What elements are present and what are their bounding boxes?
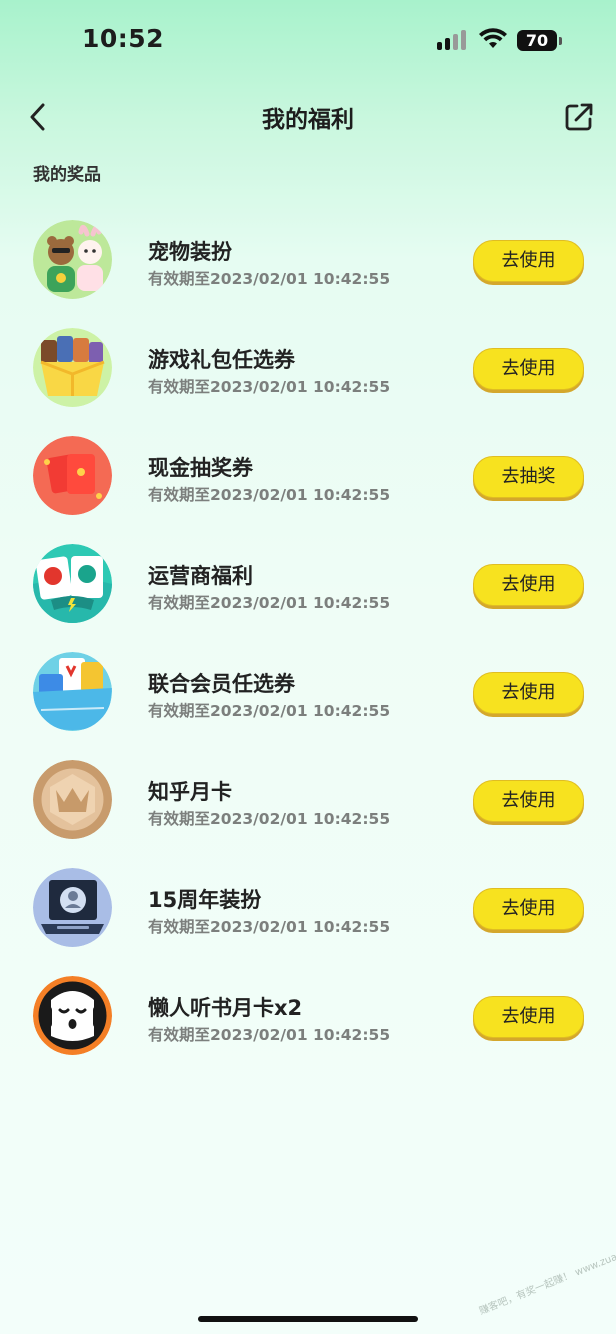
page-title: 我的福利 bbox=[262, 107, 354, 133]
headphone-face-icon bbox=[33, 976, 112, 1055]
list-item: 宠物装扮 有效期至2023/02/01 10:42:55 去使用 bbox=[0, 206, 616, 314]
item-expiry: 有效期至2023/02/01 10:42:55 bbox=[148, 270, 391, 288]
item-name: 现金抽奖券 bbox=[148, 456, 253, 480]
use-button[interactable]: 去使用 bbox=[473, 240, 584, 282]
cellular-signal-icon bbox=[437, 30, 469, 50]
item-expiry: 有效期至2023/02/01 10:42:55 bbox=[148, 810, 391, 828]
section-title: 我的奖品 bbox=[33, 165, 101, 185]
item-name: 游戏礼包任选券 bbox=[148, 348, 295, 372]
game-gift-box-icon bbox=[33, 328, 112, 407]
carrier-cards-icon bbox=[33, 544, 112, 623]
list-item: 运营商福利 有效期至2023/02/01 10:42:55 去使用 bbox=[0, 530, 616, 638]
watermark: 赚客吧，有奖一起赚！ www.zuanke8.com bbox=[477, 1233, 616, 1318]
joint-membership-icon bbox=[33, 652, 112, 731]
item-expiry: 有效期至2023/02/01 10:42:55 bbox=[148, 594, 391, 612]
status-bar: 10:52 70 bbox=[0, 0, 616, 84]
anniversary-laptop-icon bbox=[33, 868, 112, 947]
item-name: 运营商福利 bbox=[148, 564, 253, 588]
list-item: 懒人听书月卡x2 有效期至2023/02/01 10:42:55 去使用 bbox=[0, 962, 616, 1070]
wifi-icon bbox=[479, 28, 507, 48]
list-item: 知乎月卡 有效期至2023/02/01 10:42:55 去使用 bbox=[0, 746, 616, 854]
item-name: 知乎月卡 bbox=[148, 780, 232, 804]
list-item: 现金抽奖券 有效期至2023/02/01 10:42:55 去抽奖 bbox=[0, 422, 616, 530]
item-expiry: 有效期至2023/02/01 10:42:55 bbox=[148, 1026, 391, 1044]
share-external-icon bbox=[565, 103, 593, 131]
list-item: 联合会员任选券 有效期至2023/02/01 10:42:55 去使用 bbox=[0, 638, 616, 746]
item-name: 宠物装扮 bbox=[148, 240, 232, 264]
use-button[interactable]: 去使用 bbox=[473, 564, 584, 606]
nav-bar: 我的福利 bbox=[0, 84, 616, 150]
item-expiry: 有效期至2023/02/01 10:42:55 bbox=[148, 486, 391, 504]
use-button[interactable]: 去使用 bbox=[473, 348, 584, 390]
battery-nub bbox=[559, 37, 562, 45]
use-button[interactable]: 去使用 bbox=[473, 672, 584, 714]
use-button[interactable]: 去使用 bbox=[473, 780, 584, 822]
home-indicator bbox=[198, 1316, 418, 1322]
pet-costume-icon bbox=[33, 220, 112, 299]
share-button[interactable] bbox=[562, 100, 596, 134]
red-envelope-icon bbox=[33, 436, 112, 515]
item-name: 懒人听书月卡x2 bbox=[148, 996, 303, 1020]
status-time: 10:52 bbox=[82, 24, 165, 53]
item-expiry: 有效期至2023/02/01 10:42:55 bbox=[148, 702, 391, 720]
item-name: 15周年装扮 bbox=[148, 888, 262, 912]
item-name: 联合会员任选券 bbox=[148, 672, 295, 696]
item-expiry: 有效期至2023/02/01 10:42:55 bbox=[148, 378, 391, 396]
lottery-button[interactable]: 去抽奖 bbox=[473, 456, 584, 498]
battery-indicator: 70 bbox=[517, 30, 557, 51]
crown-badge-icon bbox=[33, 760, 112, 839]
list-item: 游戏礼包任选券 有效期至2023/02/01 10:42:55 去使用 bbox=[0, 314, 616, 422]
list-item: 15周年装扮 有效期至2023/02/01 10:42:55 去使用 bbox=[0, 854, 616, 962]
use-button[interactable]: 去使用 bbox=[473, 888, 584, 930]
use-button[interactable]: 去使用 bbox=[473, 996, 584, 1038]
item-expiry: 有效期至2023/02/01 10:42:55 bbox=[148, 918, 391, 936]
